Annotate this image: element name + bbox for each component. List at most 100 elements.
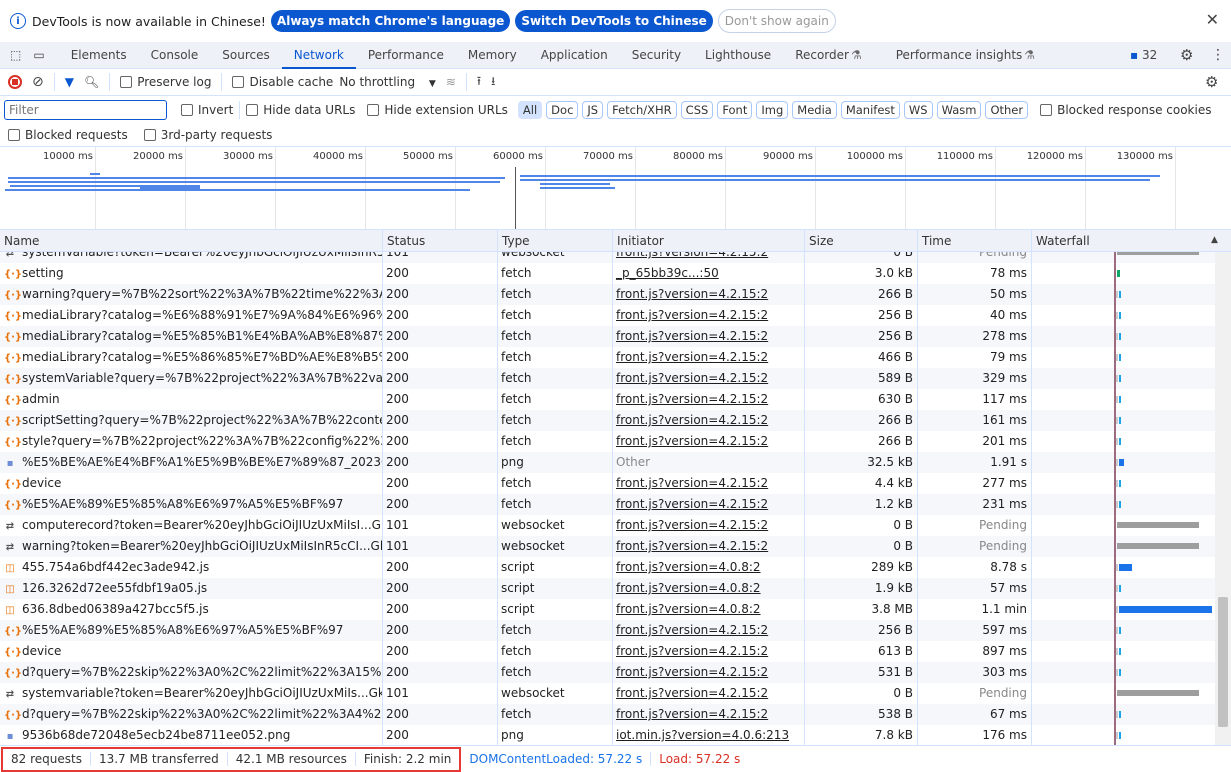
tab-sources[interactable]: Sources	[210, 42, 281, 69]
hide-extension-urls-checkbox[interactable]: Hide extension URLs	[367, 103, 508, 117]
table-row[interactable]: ◫ 636.8dbed06389a427bcc5f5.js 200 script fro…	[0, 599, 1215, 620]
tab-performance-insights[interactable]: Performance insights	[884, 42, 1035, 69]
cell-initiator[interactable]: front.js?version=4.2.15:2	[612, 284, 804, 305]
table-row[interactable]: ⇄ systemvariable?token=Bearer%20eyJhbGciO…	[0, 683, 1215, 704]
table-row[interactable]: {·}mediaLibrary?catalog=%E5%85%B1%E4%BA%…	[0, 326, 1215, 347]
issues-icon[interactable]: ▪ 32	[1130, 48, 1157, 62]
tab-performance[interactable]: Performance	[356, 42, 456, 69]
cell-initiator[interactable]: front.js?version=4.2.15:2	[612, 326, 804, 347]
table-row[interactable]: {·}warning?query=%7B%22sort%22%3A%7B%22t…	[0, 284, 1215, 305]
table-row[interactable]: {·}mediaLibrary?catalog=%E6%88%91%E7%9A%…	[0, 305, 1215, 326]
table-row[interactable]: ◫ 126.3262d72ee55fdbf19a05.js 200 script fro…	[0, 578, 1215, 599]
table-row[interactable]: {·}mediaLibrary?catalog=%E5%86%85%E7%BD%…	[0, 347, 1215, 368]
table-row[interactable]: {·}device 200 fetch front.js?version=4.2.15…	[0, 641, 1215, 662]
cell-initiator[interactable]: front.js?version=4.2.15:2	[612, 704, 804, 725]
cell-initiator[interactable]: front.js?version=4.2.15:2	[612, 305, 804, 326]
table-row[interactable]: ⇄ warning?token=Bearer%20eyJhbGciOiJIUzUx…	[0, 536, 1215, 557]
table-row[interactable]: ▪ %E5%BE%AE%E4%BF%A1%E5%9B%BE%E7%89%87_20…	[0, 452, 1215, 473]
column-header-status[interactable]: Status	[382, 230, 497, 252]
import-har-icon[interactable]: ⭱	[477, 72, 481, 93]
table-row[interactable]: ⇄ computerecord?token=Bearer%20eyJhbGciOi…	[0, 515, 1215, 536]
tab-network[interactable]: Network	[281, 42, 356, 69]
export-har-icon[interactable]: ⭳	[491, 72, 495, 93]
cell-initiator[interactable]: front.js?version=4.2.15:2	[612, 389, 804, 410]
cell-initiator[interactable]: front.js?version=4.2.15:2	[612, 662, 804, 683]
preserve-log-checkbox[interactable]: Preserve log	[120, 75, 211, 89]
filter-type-js[interactable]: JS	[582, 100, 604, 119]
tab-console[interactable]: Console	[139, 42, 211, 69]
table-row[interactable]: {·}d?query=%7B%22skip%22%3A0%2C%22limit%…	[0, 704, 1215, 725]
filter-type-ws[interactable]: WS	[903, 100, 933, 119]
column-header-size[interactable]: Size	[804, 230, 917, 252]
filter-type-media[interactable]: Media	[792, 100, 837, 119]
blocked-response-cookies-checkbox[interactable]: Blocked response cookies	[1040, 103, 1211, 117]
cell-initiator[interactable]: _p_65bb39c...:50	[612, 263, 804, 284]
hide-data-urls-checkbox[interactable]: Hide data URLs	[246, 103, 355, 117]
scrollbar[interactable]	[1215, 252, 1231, 745]
cell-initiator[interactable]: front.js?version=4.2.15:2	[612, 347, 804, 368]
filter-type-doc[interactable]: Doc	[546, 100, 579, 119]
cell-initiator[interactable]: front.js?version=4.2.15:2	[612, 410, 804, 431]
tab-security[interactable]: Security	[620, 42, 693, 69]
record-stop-icon[interactable]	[8, 75, 22, 89]
column-header-initiator[interactable]: Initiator	[612, 230, 804, 252]
dont-show-again-button[interactable]: Don't show again	[717, 9, 836, 33]
column-header-name[interactable]: Name	[0, 230, 382, 252]
more-options-icon[interactable]: ⋮	[1211, 47, 1225, 63]
filter-type-manifest[interactable]: Manifest	[840, 100, 900, 119]
table-row[interactable]: {·}device 200 fetch front.js?version=4.2.15…	[0, 473, 1215, 494]
filter-type-wasm[interactable]: Wasm	[936, 100, 982, 119]
filter-type-all[interactable]: All	[517, 100, 543, 119]
device-toolbar-icon[interactable]: ▭	[33, 48, 44, 62]
clear-icon[interactable]: ⊘	[32, 74, 44, 90]
cell-initiator[interactable]: front.js?version=4.2.15:2	[612, 473, 804, 494]
table-row[interactable]: {·}%E5%AE%89%E5%85%A8%E6%97%A5%E5%BF%97 2…	[0, 494, 1215, 515]
table-row[interactable]: {·}setting 200 fetch _p_65bb39c...:50 3.0 kB…	[0, 263, 1215, 284]
inspect-element-icon[interactable]: ⬚	[10, 48, 21, 62]
column-header-time[interactable]: Time	[917, 230, 1031, 252]
cell-initiator[interactable]: front.js?version=4.2.15:2	[612, 252, 804, 263]
search-icon[interactable]: 🔍︎	[84, 75, 99, 89]
third-party-requests-checkbox[interactable]: 3rd-party requests	[143, 128, 272, 142]
sort-ascending-icon[interactable]: ▲	[1211, 235, 1218, 245]
match-language-button[interactable]: Always match Chrome's language	[270, 10, 511, 32]
invert-checkbox[interactable]: Invert	[181, 103, 233, 117]
filter-input[interactable]	[4, 99, 167, 120]
filter-type-font[interactable]: Font	[717, 100, 753, 119]
scrollbar-thumb[interactable]	[1218, 597, 1228, 727]
table-row[interactable]: {·}admin 200 fetch front.js?version=4.2.15:…	[0, 389, 1215, 410]
network-settings-gear-icon[interactable]: ⚙	[1205, 73, 1218, 91]
table-row[interactable]: {·}%E5%AE%89%E5%85%A8%E6%97%A5%E5%BF%97 2…	[0, 620, 1215, 641]
cell-initiator[interactable]: front.js?version=4.2.15:2	[612, 494, 804, 515]
cell-initiator[interactable]: front.js?version=4.2.15:2	[612, 641, 804, 662]
tab-memory[interactable]: Memory	[456, 42, 529, 69]
disable-cache-checkbox[interactable]: Disable cache	[232, 75, 333, 89]
cell-initiator[interactable]: front.js?version=4.0.8:2	[612, 599, 804, 620]
filter-type-other[interactable]: Other	[985, 100, 1029, 119]
cell-initiator[interactable]: front.js?version=4.2.15:2	[612, 683, 804, 704]
throttling-select[interactable]: No throttling ▼	[339, 75, 436, 89]
tab-application[interactable]: Application	[529, 42, 620, 69]
tab-lighthouse[interactable]: Lighthouse	[693, 42, 783, 69]
column-header-type[interactable]: Type	[497, 230, 612, 252]
table-row[interactable]: ⇄ systemVariable?token=Bearer%20eyJhbGciO…	[0, 252, 1215, 263]
close-icon[interactable]: ✕	[1206, 10, 1219, 29]
filter-icon[interactable]: ▼	[65, 75, 74, 89]
column-header-waterfall[interactable]: Waterfall	[1031, 230, 1215, 252]
cell-initiator[interactable]: front.js?version=4.2.15:2	[612, 536, 804, 557]
network-conditions-icon[interactable]: ≋	[446, 75, 456, 89]
cell-initiator[interactable]: front.js?version=4.0.8:2	[612, 578, 804, 599]
blocked-requests-checkbox[interactable]: Blocked requests	[8, 128, 128, 142]
filter-type-img[interactable]: Img	[756, 100, 789, 119]
cell-initiator[interactable]: front.js?version=4.2.15:2	[612, 368, 804, 389]
cell-initiator[interactable]: front.js?version=4.2.15:2	[612, 515, 804, 536]
tab-elements[interactable]: Elements	[59, 42, 139, 69]
switch-chinese-button[interactable]: Switch DevTools to Chinese	[515, 10, 713, 32]
tab-recorder[interactable]: Recorder	[783, 42, 861, 69]
filter-type-fetch-xhr[interactable]: Fetch/XHR	[607, 100, 677, 119]
cell-initiator[interactable]: front.js?version=4.0.8:2	[612, 557, 804, 578]
filter-type-css[interactable]: CSS	[680, 100, 714, 119]
cell-initiator[interactable]: iot.min.js?version=4.0.6:213	[612, 725, 804, 745]
table-row[interactable]: ◫ 455.754a6bdf442ec3ade942.js 200 script fro…	[0, 557, 1215, 578]
settings-gear-icon[interactable]: ⚙	[1180, 46, 1193, 64]
